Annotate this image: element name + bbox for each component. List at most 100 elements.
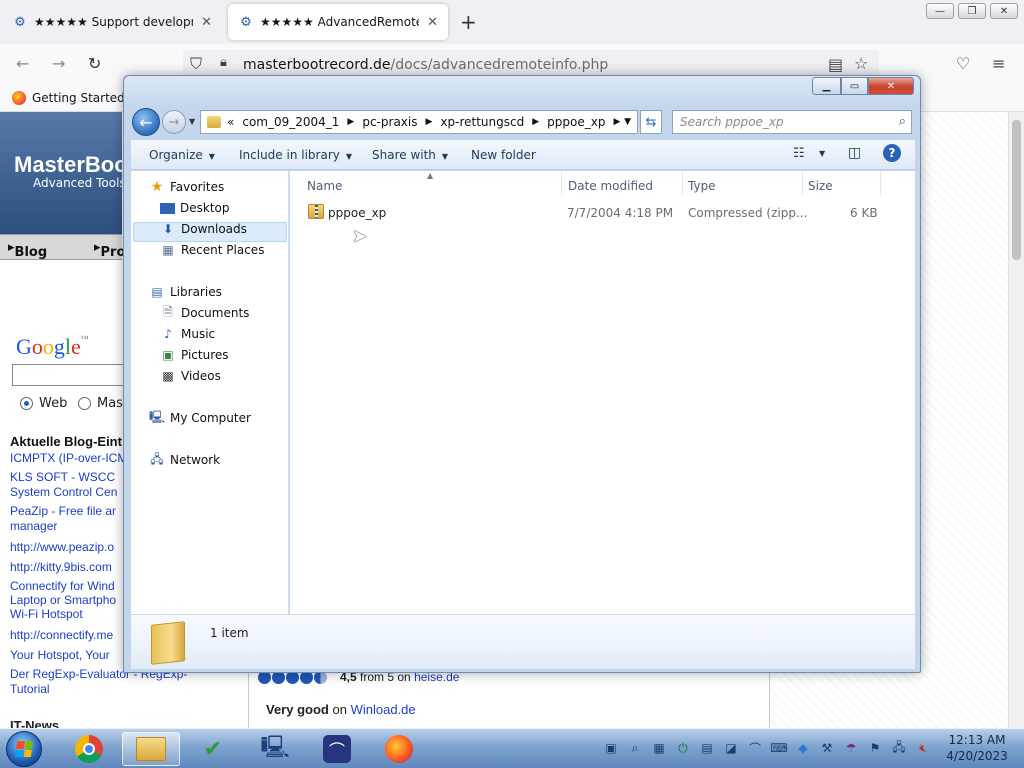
preview-pane-icon[interactable]: ◫ — [848, 145, 861, 161]
verdict-site-link[interactable]: Winload.de — [351, 702, 416, 717]
lock-icon[interactable]: 🔒︎ — [220, 55, 227, 70]
help-icon[interactable]: ? — [883, 144, 901, 162]
taskbar-chrome[interactable] — [60, 732, 118, 766]
tray-image-icon[interactable]: ▦ — [652, 741, 666, 755]
explorer-title-bar[interactable] — [124, 76, 920, 106]
forward-arrow-icon[interactable]: → — [52, 54, 65, 73]
column-header-size[interactable]: Size — [808, 179, 833, 193]
column-header-date[interactable]: Date modified — [568, 179, 653, 193]
google-search-input[interactable] — [12, 364, 124, 386]
close-icon[interactable]: ✕ — [868, 77, 914, 95]
breadcrumb-arrow-icon[interactable]: ▶ — [613, 117, 620, 127]
nav-network[interactable]: 🖧︎ Network — [149, 452, 220, 468]
nav-pictures[interactable]: ▣ Pictures — [160, 348, 228, 362]
pocket-icon[interactable]: ♡ — [956, 54, 970, 73]
shield-icon[interactable]: ⛉ — [190, 54, 202, 74]
site-logo[interactable]: MasterBoo — [14, 152, 128, 178]
tray-network-icon[interactable]: 🖧︎ — [892, 740, 906, 755]
close-tab-icon[interactable]: ✕ — [201, 15, 212, 30]
nav-videos[interactable]: ▩ Videos — [160, 369, 221, 383]
column-header-name[interactable]: Name — [307, 179, 342, 193]
breadcrumb-arrow-icon[interactable]: ▶ — [347, 117, 354, 127]
organize-button[interactable]: Organize ▼ — [149, 148, 215, 162]
url-text[interactable]: masterbootrecord.de/docs/advancedremotei… — [243, 57, 608, 73]
close-window-icon[interactable]: ✕ — [990, 3, 1018, 19]
tray-drive-icon[interactable]: ▤ — [700, 741, 714, 755]
new-tab-icon[interactable]: + — [460, 10, 477, 34]
bookmark-getting-started[interactable]: Getting Started — [12, 91, 125, 105]
tray-umbrella-icon[interactable]: ☂ — [844, 741, 858, 755]
tray-app-icon[interactable]: ⌒ — [748, 741, 762, 756]
tray-tools-icon[interactable]: ⚒ — [820, 741, 834, 755]
tray-network-drive-icon[interactable]: ▣ — [604, 741, 618, 755]
blog-link[interactable]: System Control Cen — [10, 485, 117, 499]
nav-favorites[interactable]: ★ Favorites — [149, 179, 225, 195]
address-bar[interactable]: « com_09_2004_1 ▶ pc-praxis ▶ xp-rettungsc… — [200, 110, 638, 134]
taskbar-remote[interactable]: 🖳︎ — [246, 732, 304, 766]
tray-volume-muted-icon[interactable]: 🔇︎ — [916, 741, 930, 755]
blog-link[interactable]: Connectify for Wind — [10, 579, 115, 593]
blog-link[interactable]: Wi-Fi Hotspot — [10, 607, 83, 621]
nav-music[interactable]: ♪ Music — [160, 327, 215, 341]
nav-desktop[interactable]: Desktop — [160, 201, 230, 215]
minimize-icon[interactable]: ▁ — [812, 77, 841, 95]
breadcrumb-item[interactable]: xp-rettungscd — [440, 115, 524, 129]
close-tab-icon[interactable]: ✕ — [427, 15, 438, 30]
breadcrumb-item[interactable]: com_09_2004_1 — [242, 115, 339, 129]
file-name[interactable]: pppoe_xp — [328, 206, 386, 220]
minimize-icon[interactable]: — — [926, 3, 954, 19]
radio-web[interactable]: Web — [20, 396, 67, 411]
chevron-down-icon[interactable]: ▼ — [819, 149, 825, 158]
radio-button[interactable] — [78, 397, 91, 410]
include-in-library-button[interactable]: Include in library ▼ — [239, 148, 352, 162]
page-scrollbar[interactable] — [1008, 112, 1024, 728]
address-dropdown-icon[interactable]: ▼ — [624, 117, 631, 127]
blog-link[interactable]: ICMPTX (IP-over-ICM — [10, 451, 127, 465]
scrollbar-thumb[interactable] — [1012, 120, 1021, 260]
refresh-icon[interactable]: ⇆ — [640, 110, 662, 134]
radio-button[interactable] — [20, 397, 33, 410]
back-arrow-icon[interactable]: ← — [16, 54, 29, 73]
nav-downloads[interactable]: ⬇ Downloads — [160, 222, 247, 236]
reload-icon[interactable]: ↻ — [88, 54, 101, 73]
taskbar-checklist[interactable]: ✔ — [184, 732, 242, 766]
search-icon[interactable]: ⌕ — [899, 114, 906, 129]
browser-tab-advancedremoteinfo[interactable]: ⚙ ★★★★★ AdvancedRemoteInfo ✕ — [228, 4, 448, 40]
new-folder-button[interactable]: New folder — [471, 148, 536, 162]
blog-link[interactable]: Your Hotspot, Your — [10, 648, 110, 662]
tray-keyboard-icon[interactable]: ⌨ — [770, 741, 787, 755]
view-options-icon[interactable]: ☷ — [793, 146, 805, 161]
blog-link[interactable]: http://kitty.9bis.com — [10, 560, 112, 574]
start-button[interactable] — [6, 731, 42, 767]
tray-flag-icon[interactable]: ⚑ — [868, 741, 882, 755]
breadcrumb-arrow-icon[interactable]: ▶ — [532, 117, 539, 127]
search-input[interactable]: Search pppoe_xp ⌕ — [672, 110, 912, 134]
blog-link[interactable]: http://www.peazip.o — [10, 540, 114, 554]
share-with-button[interactable]: Share with ▼ — [372, 148, 448, 162]
taskbar-explorer[interactable] — [122, 732, 180, 766]
site-nav-products[interactable]: ▸ Pro — [94, 240, 125, 260]
recent-pages-dropdown-icon[interactable]: ▼ — [189, 117, 195, 126]
column-divider[interactable] — [802, 171, 803, 195]
column-divider[interactable] — [682, 171, 683, 195]
blog-link[interactable]: Laptop or Smartpho — [10, 593, 116, 607]
breadcrumb-item[interactable]: pppoe_xp — [547, 115, 605, 129]
taskbar-clock[interactable]: 12:13 AM 4/20/2023 — [944, 732, 1010, 764]
taskbar-firefox[interactable] — [370, 732, 428, 766]
taskbar-app-blue[interactable]: ⌒ — [308, 732, 366, 766]
blog-link[interactable]: Tutorial — [10, 682, 50, 696]
restore-icon[interactable]: ❐ — [958, 3, 986, 19]
nav-documents[interactable]: 🗎︎ Documents — [160, 305, 249, 321]
tray-disk-icon[interactable]: ◪ — [724, 741, 738, 755]
column-divider[interactable] — [880, 171, 881, 195]
back-arrow-icon[interactable]: ← — [132, 108, 160, 136]
reader-view-icon[interactable]: ▤ — [828, 55, 843, 74]
breadcrumb-item[interactable]: pc-praxis — [362, 115, 417, 129]
forward-arrow-icon[interactable]: → — [162, 110, 186, 134]
maximize-icon[interactable]: ▭ — [841, 77, 868, 95]
column-header-type[interactable]: Type — [688, 179, 716, 193]
site-nav-blog[interactable]: ▸ Blog — [8, 240, 47, 260]
menu-icon[interactable]: ≡ — [992, 54, 1005, 73]
nav-libraries[interactable]: ▤ Libraries — [149, 285, 222, 299]
blog-link[interactable]: PeaZip - Free file ar — [10, 504, 116, 518]
